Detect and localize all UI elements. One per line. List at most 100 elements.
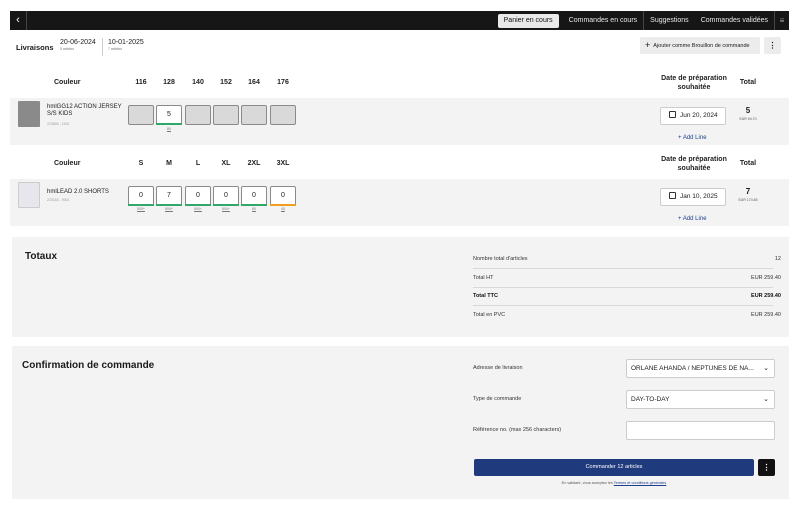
size-header: 176 — [277, 79, 289, 86]
stock-label: 500+ — [222, 207, 230, 211]
product-sku: 223163 - 9001 — [47, 198, 70, 202]
order-button[interactable]: Commander 12 articles — [474, 459, 754, 476]
delivery-divider — [102, 38, 103, 56]
quantity-input[interactable] — [241, 105, 267, 125]
delivery-date-1[interactable]: 20-06-2024 5 articles — [60, 39, 96, 51]
size-header: S — [138, 160, 144, 167]
size-header: 164 — [248, 79, 260, 86]
delivery-article-count: 7 articles — [108, 47, 123, 51]
product-image — [18, 182, 40, 208]
add-draft-button[interactable]: + Ajouter comme Brouillon de commande — [640, 37, 760, 54]
address-label: Adresse de livraison — [473, 365, 523, 371]
date-picker[interactable]: Jun 20, 2024 — [660, 107, 726, 125]
stock-bar — [213, 204, 239, 206]
quantity-input[interactable] — [270, 105, 296, 125]
product-name: hmlGG12 ACTION JERSEY S/S KIDS — [47, 104, 122, 117]
total-pvc-value: EUR 259.40 — [751, 312, 781, 318]
list-icon[interactable]: ≡ — [775, 11, 789, 30]
calendar-icon — [669, 192, 676, 199]
delivery-article-count: 5 articles — [60, 47, 75, 51]
quantity-input[interactable] — [213, 105, 239, 125]
row-total-price: EUR 94.70 — [739, 117, 757, 121]
total-articles-value: 12 — [774, 256, 781, 262]
row-total-quantity: 7 — [745, 187, 751, 196]
total-ttc-label: Total TTC — [473, 293, 498, 299]
size-header: 152 — [220, 79, 232, 86]
tab-commandes-validees[interactable]: Commandes validées — [695, 11, 774, 30]
stock-label: 80 — [167, 127, 171, 131]
tab-bar: Panier en cours Commandes en cours Sugge… — [494, 11, 789, 30]
quantity-input[interactable]: 7 — [156, 186, 182, 206]
reference-label: Référence no. (max 256 characters) — [473, 427, 562, 433]
date-value: Jun 20, 2024 — [680, 112, 718, 119]
product-name: hmlLEAD 2.0 SHORTS — [47, 189, 109, 195]
address-select[interactable]: ORLANE AHANDA / NEPTUNES DE NA... ⌄ — [626, 359, 775, 378]
column-header-color: Couleur — [54, 160, 81, 167]
delivery-date-value: 10-01-2025 — [108, 39, 144, 46]
divider — [473, 305, 773, 306]
quantity-input[interactable] — [185, 105, 211, 125]
order-type-value: DAY-TO-DAY — [631, 396, 670, 403]
size-header: M — [166, 160, 172, 167]
confirmation-title: Confirmation de commande — [22, 360, 155, 371]
delivery-date-value: 20-06-2024 — [60, 39, 96, 46]
size-header: 3XL — [276, 160, 290, 167]
stock-bar — [156, 123, 182, 125]
product-image — [18, 101, 40, 127]
add-line-link[interactable]: + Add Line — [678, 135, 707, 141]
order-more-button[interactable]: ⋮ — [758, 459, 775, 476]
more-vertical-icon: ⋮ — [768, 41, 777, 50]
stock-label: 80 — [252, 207, 256, 211]
back-button[interactable]: ‹ — [10, 11, 27, 30]
divider — [473, 287, 773, 288]
stock-label: 40 — [281, 207, 285, 211]
stock-label: 500+ — [165, 207, 173, 211]
stock-bar — [156, 204, 182, 206]
total-ht-label: Total HT — [473, 275, 494, 281]
top-bar: ‹ Panier en cours Commandes en cours Sug… — [10, 11, 789, 30]
quantity-input[interactable]: 0 — [128, 186, 154, 206]
delivery-date-2[interactable]: 10-01-2025 7 articles — [108, 39, 144, 51]
quantity-input[interactable] — [128, 105, 154, 125]
quantity-input[interactable]: 0 — [213, 186, 239, 206]
chevron-left-icon: ‹ — [16, 14, 20, 26]
stock-bar — [270, 204, 296, 206]
calendar-icon — [669, 111, 676, 118]
tab-commandes-en-cours[interactable]: Commandes en cours — [563, 11, 643, 30]
totals-title: Totaux — [25, 251, 58, 262]
stock-label: 500+ — [194, 207, 202, 211]
add-line-link[interactable]: + Add Line — [678, 216, 707, 222]
total-articles-label: Nombre total d'articles — [473, 256, 528, 262]
more-vertical-icon: ⋮ — [762, 463, 771, 472]
date-picker[interactable]: Jan 10, 2025 — [660, 188, 726, 206]
order-type-select[interactable]: DAY-TO-DAY ⌄ — [626, 390, 775, 409]
column-header-total: Total — [739, 160, 757, 167]
chevron-down-icon: ⌄ — [763, 365, 769, 372]
add-draft-label: Ajouter comme Brouillon de commande — [653, 43, 750, 49]
address-value: ORLANE AHANDA / NEPTUNES DE NA... — [631, 365, 754, 372]
size-header: L — [195, 160, 201, 167]
tab-panier-en-cours[interactable]: Panier en cours — [497, 13, 559, 28]
stock-label: 500+ — [137, 207, 145, 211]
quantity-input[interactable]: 5 — [156, 105, 182, 125]
tab-suggestions[interactable]: Suggestions — [644, 11, 695, 30]
size-header: 140 — [192, 79, 204, 86]
more-options-button[interactable]: ⋮ — [764, 37, 781, 54]
total-pvc-label: Total en PVC — [473, 312, 506, 318]
column-header-total: Total — [739, 79, 757, 86]
quantity-input[interactable]: 0 — [270, 186, 296, 206]
total-ttc-value: EUR 259.40 — [751, 293, 781, 299]
row-total-price: EUR 174.65 — [738, 198, 758, 202]
product-sku: 213890 - 1100 — [47, 122, 70, 126]
quantity-input[interactable]: 0 — [185, 186, 211, 206]
deliveries-title: Livraisons — [16, 43, 54, 52]
quantity-input[interactable]: 0 — [241, 186, 267, 206]
chevron-down-icon: ⌄ — [763, 396, 769, 403]
reference-input[interactable] — [626, 421, 775, 440]
size-header: 116 — [135, 79, 147, 86]
divider — [473, 268, 773, 269]
size-header: 2XL — [247, 160, 261, 167]
terms-notice: En validant, vous acceptez les Termes et… — [474, 481, 754, 485]
terms-link[interactable]: Termes et conditions générales — [614, 481, 667, 485]
row-total-quantity: 5 — [745, 106, 751, 115]
